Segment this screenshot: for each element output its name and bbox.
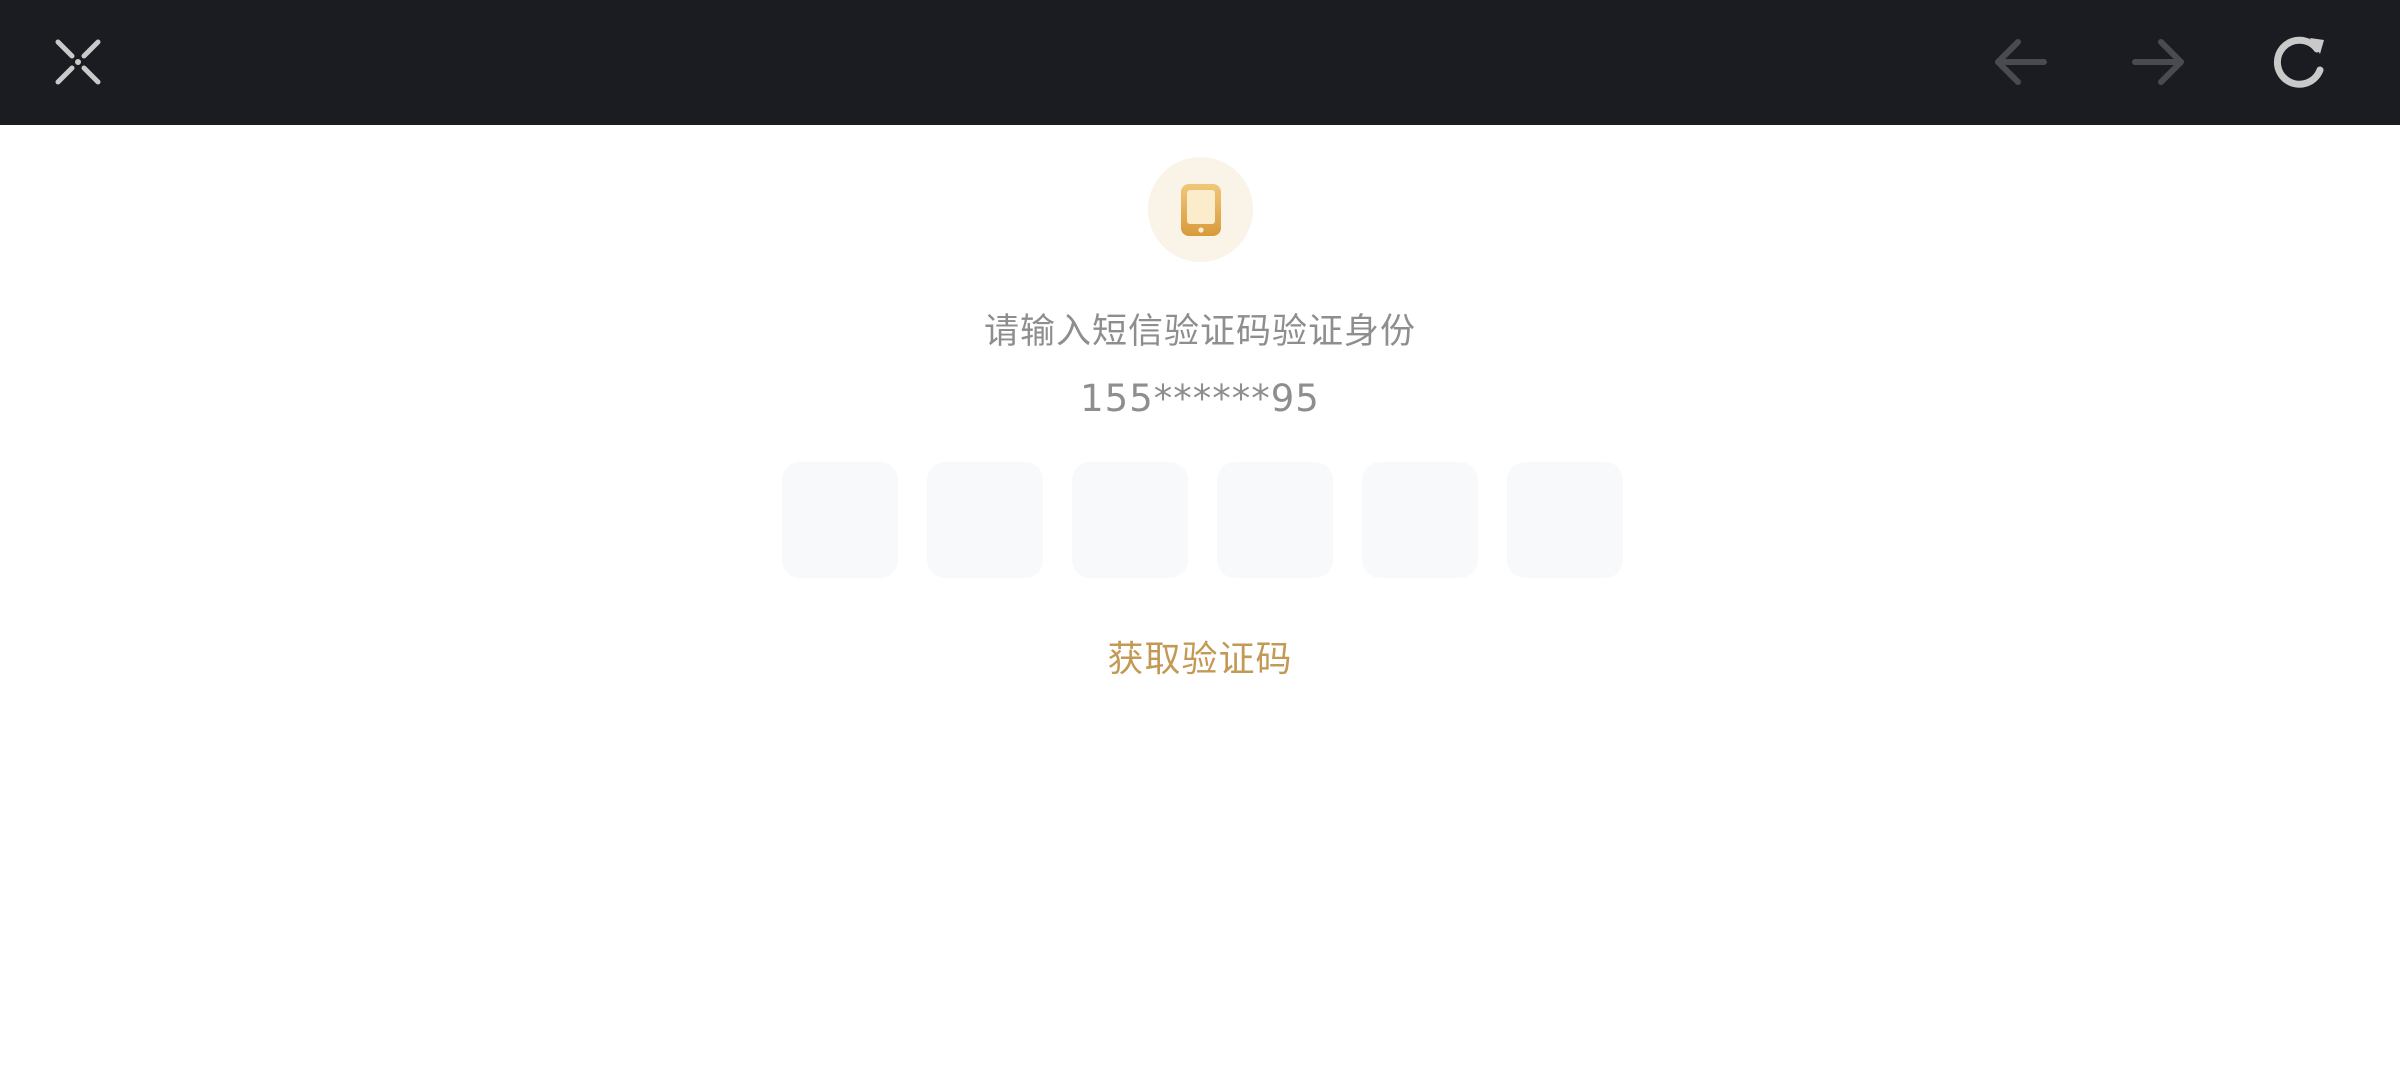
get-code-link[interactable]: 获取验证码 [0,630,2400,682]
phone-badge [1148,157,1253,262]
code-digit-input[interactable] [1217,462,1333,578]
forward-button[interactable] [2127,30,2191,94]
get-code-label: 获取验证码 [1107,639,1293,680]
refresh-button[interactable] [2268,30,2332,94]
close-button[interactable] [46,30,110,94]
close-collapse-icon [55,39,101,85]
arrow-left-icon [1995,39,2047,85]
code-digit-input[interactable] [1507,462,1623,578]
arrow-right-icon [2132,39,2184,85]
verify-title: 请输入短信验证码验证身份 [983,312,1416,352]
code-digit-input[interactable] [782,462,898,578]
top-toolbar [0,0,2400,125]
refresh-icon [2273,36,2324,88]
back-button[interactable] [1988,30,2052,94]
verification-panel: 请输入短信验证码验证身份 155******95 获取验证码 [0,125,2400,1080]
masked-phone-number: 155******95 [1080,377,1320,420]
code-digit-input[interactable] [927,462,1043,578]
code-input-row [782,462,1623,578]
code-digit-input[interactable] [1072,462,1188,578]
phone-icon [1180,183,1221,236]
code-digit-input[interactable] [1362,462,1478,578]
